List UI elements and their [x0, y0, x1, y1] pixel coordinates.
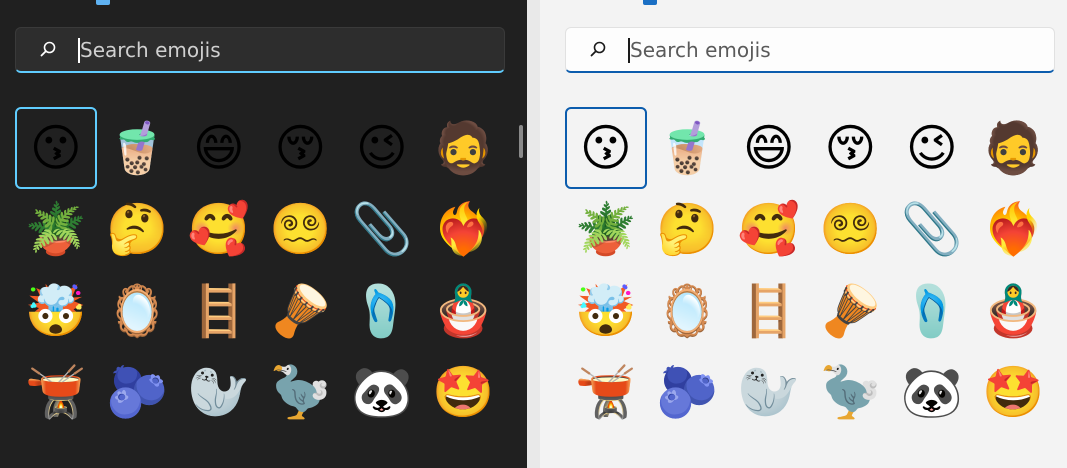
emoji-dodo[interactable]: 🦤	[810, 352, 892, 434]
emoji-ladder[interactable]: 🪜	[178, 270, 260, 352]
emoji-panda[interactable]: 🐼	[891, 352, 973, 434]
emoji-person-beard[interactable]: 🧔	[973, 107, 1055, 189]
emoji-blueberries[interactable]: 🫐	[97, 352, 179, 434]
emoji-winking-face[interactable]: 😉	[891, 107, 973, 189]
emoji-picker-light: 😗🧋😄😚😉🧔 🪴🤔🥰😵‍💫📎❤️‍🔥 🤯🪞🪜🪘🩴🪆 🫕🫐🦭🦤🐼🤩	[540, 0, 1067, 468]
emoji-thinking-face[interactable]: 🤔	[647, 189, 729, 271]
search-box[interactable]	[15, 27, 505, 73]
emoji-potted-plant[interactable]: 🪴	[15, 189, 97, 271]
emoji-seal[interactable]: 🦭	[728, 352, 810, 434]
emoji-person-beard[interactable]: 🧔	[423, 107, 505, 189]
scrollbar-thumb[interactable]	[519, 125, 523, 158]
search-input[interactable]	[630, 34, 1030, 66]
emoji-bubble-tea[interactable]: 🧋	[647, 107, 729, 189]
emoji-heart-on-fire[interactable]: ❤️‍🔥	[423, 189, 505, 271]
emoji-paperclip[interactable]: 📎	[341, 189, 423, 271]
emoji-fondue[interactable]: 🫕	[565, 352, 647, 434]
emoji-smiling-face-hearts[interactable]: 🥰	[728, 189, 810, 271]
emoji-kissing-face[interactable]: 😗	[565, 107, 647, 189]
emoji-paperclip[interactable]: 📎	[891, 189, 973, 271]
emoji-thong-sandal[interactable]: 🩴	[341, 270, 423, 352]
emoji-winking-face[interactable]: 😉	[341, 107, 423, 189]
emoji-exploding-head[interactable]: 🤯	[15, 270, 97, 352]
emoji-thong-sandal[interactable]: 🩴	[891, 270, 973, 352]
emoji-potted-plant[interactable]: 🪴	[565, 189, 647, 271]
emoji-smiling-face-hearts[interactable]: 🥰	[178, 189, 260, 271]
header-accent-mark	[96, 0, 110, 5]
emoji-grinning-face[interactable]: 😄	[178, 107, 260, 189]
emoji-long-drum[interactable]: 🪘	[260, 270, 342, 352]
emoji-face-spiral-eyes[interactable]: 😵‍💫	[260, 189, 342, 271]
emoji-kissing-face[interactable]: 😗	[15, 107, 97, 189]
emoji-grid: 😗 🧋 😄 😚 😉 🧔 🪴 🤔 🥰 😵‍💫 📎 ❤️‍🔥 🤯 🪞 🪜 🪘 🩴 🪆 🫕 🫐 🦭 🦤 🐼 🤩	[15, 107, 504, 433]
emoji-mirror[interactable]: 🪞	[97, 270, 179, 352]
emoji-seal[interactable]: 🦭	[178, 352, 260, 434]
emoji-ladder[interactable]: 🪜	[728, 270, 810, 352]
emoji-grinning-face[interactable]: 😄	[728, 107, 810, 189]
search-box[interactable]	[565, 27, 1055, 73]
emoji-thinking-face[interactable]: 🤔	[97, 189, 179, 271]
emoji-panda[interactable]: 🐼	[341, 352, 423, 434]
panel-divider	[527, 0, 540, 468]
emoji-grid: 😗 🧋 😄 😚 😉 🧔 🪴 🤔 🥰 😵‍💫 📎 ❤️‍🔥 🤯 🪞 🪜 🪘 🩴 🪆 🫕 🫐 🦭 🦤 🐼 🤩	[565, 107, 1054, 433]
emoji-star-struck[interactable]: 🤩	[423, 352, 505, 434]
emoji-blueberries[interactable]: 🫐	[647, 352, 729, 434]
emoji-kissing-face-closed-eyes[interactable]: 😚	[810, 107, 892, 189]
emoji-exploding-head[interactable]: 🤯	[565, 270, 647, 352]
emoji-bubble-tea[interactable]: 🧋	[97, 107, 179, 189]
search-input[interactable]	[80, 34, 480, 66]
emoji-long-drum[interactable]: 🪘	[810, 270, 892, 352]
emoji-kissing-face-closed-eyes[interactable]: 😚	[260, 107, 342, 189]
emoji-star-struck[interactable]: 🤩	[973, 352, 1055, 434]
emoji-nesting-dolls[interactable]: 🪆	[973, 270, 1055, 352]
emoji-fondue[interactable]: 🫕	[15, 352, 97, 434]
search-icon	[590, 41, 606, 57]
emoji-dodo[interactable]: 🦤	[260, 352, 342, 434]
emoji-face-spiral-eyes[interactable]: 😵‍💫	[810, 189, 892, 271]
search-icon	[40, 41, 56, 57]
emoji-mirror[interactable]: 🪞	[647, 270, 729, 352]
emoji-heart-on-fire[interactable]: ❤️‍🔥	[973, 189, 1055, 271]
emoji-picker-dark: 😗🧋😄😚😉🧔 🪴🤔🥰😵‍💫📎❤️‍🔥 🤯🪞🪜🪘🩴🪆 🫕🫐🦭🦤🐼🤩	[0, 0, 527, 468]
emoji-nesting-dolls[interactable]: 🪆	[423, 270, 505, 352]
header-accent-mark	[643, 0, 657, 5]
